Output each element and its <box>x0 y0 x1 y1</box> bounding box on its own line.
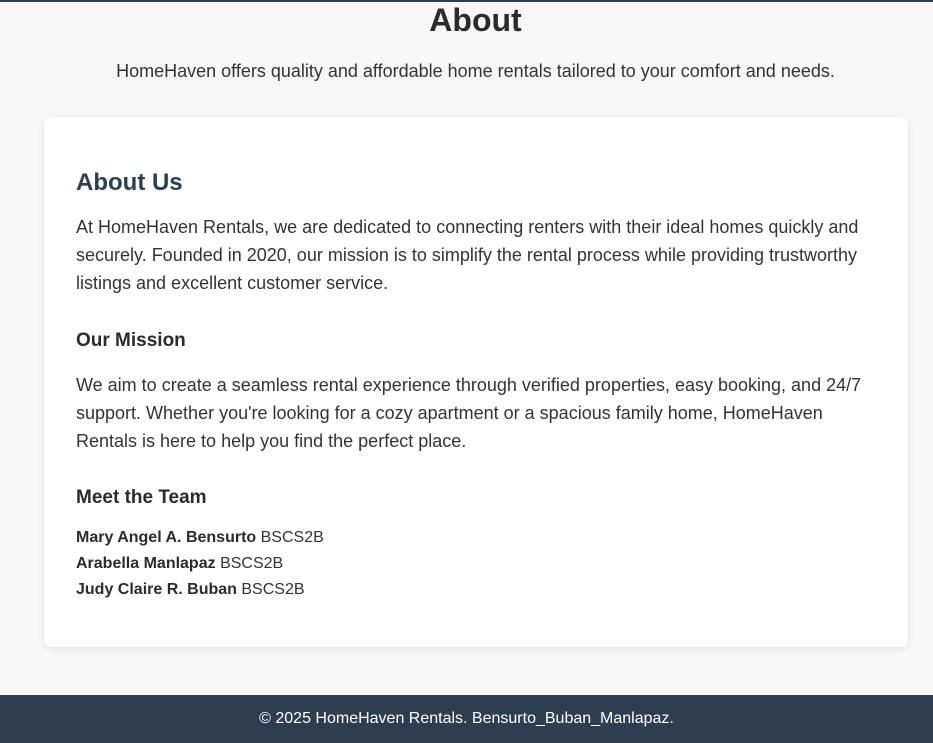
team-member: Mary Angel A. Bensurto BSCS2B <box>76 525 324 551</box>
team-member-section: BSCS2B <box>241 581 305 598</box>
team-member-section: BSCS2B <box>220 555 284 572</box>
team-member-name: Arabella Manlapaz <box>76 555 216 572</box>
footer-text: © 2025 HomeHaven Rentals. Bensurto_Buban… <box>259 710 674 727</box>
team-member: Arabella Manlapaz BSCS2B <box>76 551 324 577</box>
team-heading: Meet the Team <box>76 487 207 508</box>
team-member-name: Mary Angel A. Bensurto <box>76 529 257 546</box>
mission-paragraph: We aim to create a seamless rental exper… <box>76 375 862 451</box>
about-paragraph: At HomeHaven Rentals, we are dedicated t… <box>76 217 859 293</box>
mission-heading: Our Mission <box>76 330 186 351</box>
team-member-name: Judy Claire R. Buban <box>76 581 237 598</box>
page-title: About <box>429 2 522 38</box>
team-member-section: BSCS2B <box>260 529 324 546</box>
about-card: About Us At HomeHaven Rentals, we are de… <box>44 117 908 647</box>
team-member: Judy Claire R. Buban BSCS2B <box>76 577 324 603</box>
page-subtitle: HomeHaven offers quality and affordable … <box>116 61 835 81</box>
team-list: Mary Angel A. Bensurto BSCS2B Arabella M… <box>76 525 324 603</box>
about-heading: About Us <box>76 169 183 196</box>
page-footer: © 2025 HomeHaven Rentals. Bensurto_Buban… <box>0 695 933 743</box>
